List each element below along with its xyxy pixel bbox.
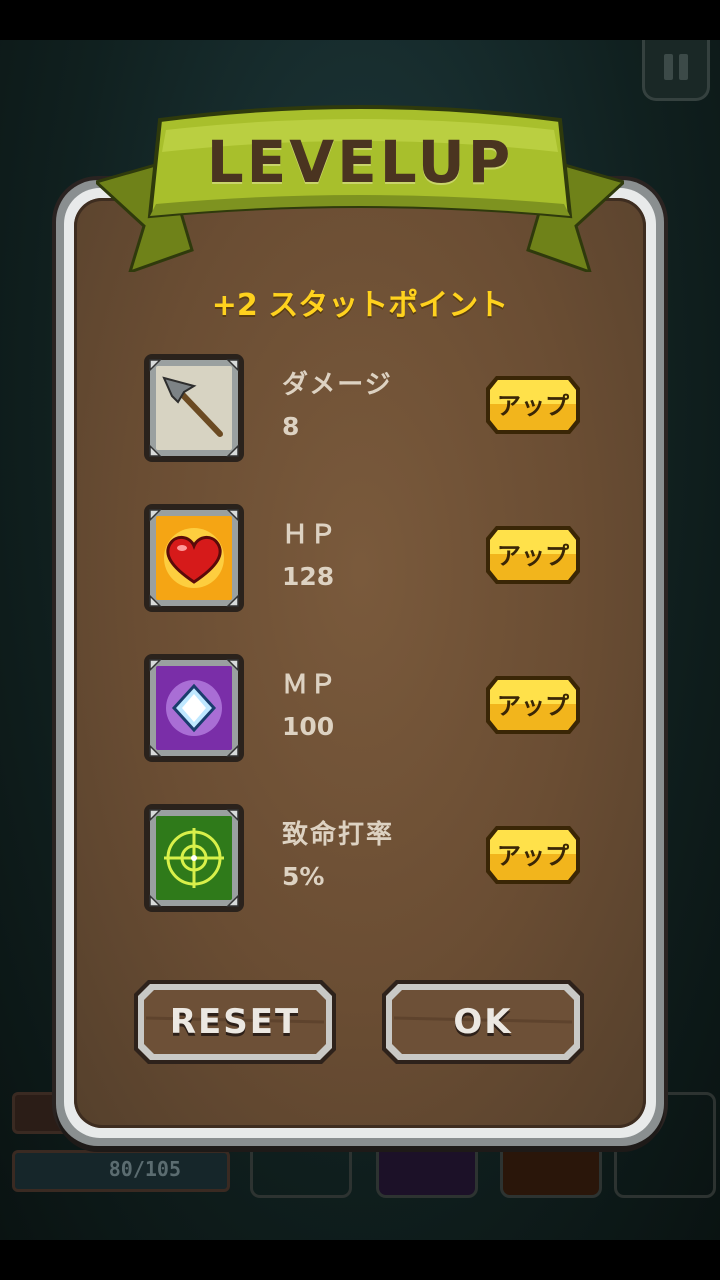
stat-row-critical: 致命打率 5% アップ	[140, 800, 590, 916]
up-button-label: アップ	[497, 842, 569, 870]
stat-name: ダメージ	[282, 370, 393, 400]
stat-value: 8	[282, 412, 300, 441]
pause-button[interactable]	[642, 40, 710, 101]
levelup-banner: LEVELUP	[93, 100, 627, 275]
up-button-damage[interactable]: アップ	[484, 374, 582, 436]
ok-button[interactable]: OK	[380, 978, 586, 1066]
up-button-hp[interactable]: アップ	[484, 524, 582, 586]
spear-icon	[140, 350, 248, 466]
diamond-icon	[140, 650, 248, 766]
crosshair-icon	[140, 800, 248, 916]
dialog-title: LEVELUP	[206, 128, 514, 196]
mp-bar: 80/105	[12, 1150, 230, 1192]
stat-name: ＭＰ	[282, 670, 339, 700]
ok-button-label: OK	[453, 1002, 513, 1042]
stat-value: 5%	[282, 862, 325, 891]
mp-text: 80/105	[108, 1157, 181, 1181]
stat-value: 128	[282, 562, 335, 591]
up-button-critical[interactable]: アップ	[484, 824, 582, 886]
up-button-label: アップ	[497, 542, 569, 570]
stat-points-label: +2 スタットポイント	[211, 288, 509, 323]
stat-row-damage: ダメージ 8 アップ	[140, 350, 590, 466]
stat-name: 致命打率	[282, 820, 395, 850]
reset-button[interactable]: RESET	[132, 978, 338, 1066]
up-button-label: アップ	[497, 692, 569, 720]
stat-value: 100	[282, 712, 335, 741]
heart-icon	[140, 500, 248, 616]
up-button-label: アップ	[497, 392, 569, 420]
stat-name: ＨＰ	[282, 520, 339, 550]
pause-icon	[664, 54, 673, 80]
reset-button-label: RESET	[169, 1002, 301, 1042]
up-button-mp[interactable]: アップ	[484, 674, 582, 736]
stat-row-mp: ＭＰ 100 アップ	[140, 650, 590, 766]
stat-row-hp: ＨＰ 128 アップ	[140, 500, 590, 616]
